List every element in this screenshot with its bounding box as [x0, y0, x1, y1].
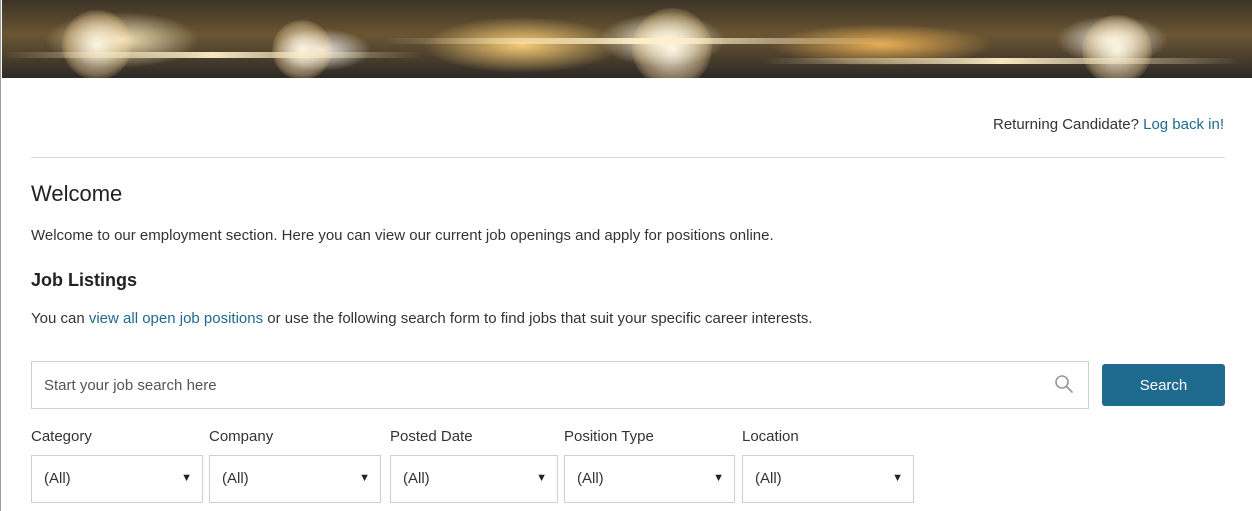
job-listings-text: You can view all open job positions or u…: [31, 310, 813, 327]
login-link[interactable]: Log back in!: [1143, 116, 1224, 133]
filter-company: Company (All) ▼: [209, 427, 381, 503]
filter-posted-date: Posted Date (All) ▼: [390, 427, 558, 503]
job-search-input[interactable]: [32, 362, 1032, 408]
caret-down-icon: ▼: [359, 472, 370, 484]
caret-down-icon: ▼: [892, 472, 903, 484]
select-value: (All): [222, 470, 249, 487]
caret-down-icon: ▼: [536, 472, 547, 484]
filter-label: Position Type: [564, 428, 654, 445]
job-listings-text-before: You can: [31, 310, 89, 327]
returning-candidate: Returning Candidate? Log back in!: [993, 116, 1224, 133]
search-button[interactable]: Search: [1102, 364, 1225, 406]
select-value: (All): [577, 470, 604, 487]
header-banner-image: [2, 0, 1252, 78]
select-value: (All): [755, 470, 782, 487]
page-frame: Returning Candidate? Log back in! Welcom…: [0, 0, 1252, 511]
search-icon[interactable]: [1054, 374, 1074, 394]
select-value: (All): [403, 470, 430, 487]
position-type-select[interactable]: (All) ▼: [564, 455, 735, 503]
category-select[interactable]: (All) ▼: [31, 455, 203, 503]
filter-position-type: Position Type (All) ▼: [564, 427, 735, 503]
divider: [31, 157, 1225, 158]
filter-label: Location: [742, 428, 799, 445]
welcome-text: Welcome to our employment section. Here …: [31, 227, 774, 244]
job-listings-heading: Job Listings: [31, 270, 138, 290]
returning-candidate-text: Returning Candidate?: [993, 116, 1139, 133]
job-listings-text-after: or use the following search form to find…: [263, 310, 813, 327]
caret-down-icon: ▼: [713, 472, 724, 484]
filter-location: Location (All) ▼: [742, 427, 914, 503]
select-value: (All): [44, 470, 71, 487]
posted-date-select[interactable]: (All) ▼: [390, 455, 558, 503]
company-select[interactable]: (All) ▼: [209, 455, 381, 503]
filter-label: Category: [31, 428, 92, 445]
filter-category: Category (All) ▼: [31, 427, 203, 503]
page-title: Welcome: [31, 181, 123, 206]
search-box: [31, 361, 1089, 409]
filter-label: Company: [209, 428, 274, 445]
caret-down-icon: ▼: [181, 472, 192, 484]
view-all-jobs-link[interactable]: view all open job positions: [89, 310, 263, 327]
location-select[interactable]: (All) ▼: [742, 455, 914, 503]
filter-label: Posted Date: [390, 428, 473, 445]
